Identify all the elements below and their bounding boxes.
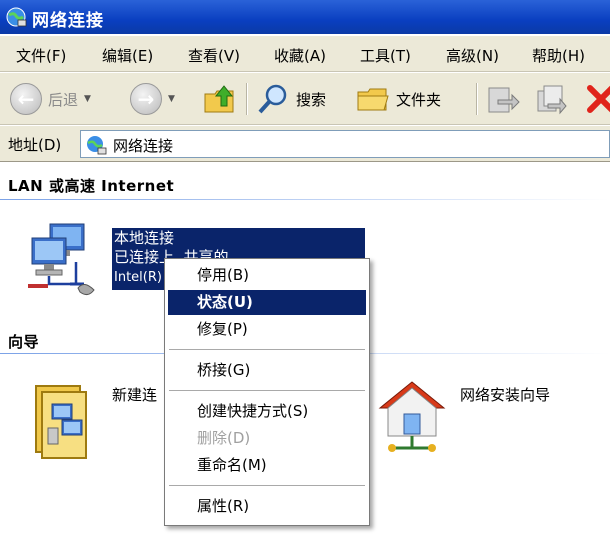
up-folder-button[interactable] <box>202 81 236 117</box>
network-setup-wizard-label[interactable]: 网络安装向导 <box>460 384 550 405</box>
back-button[interactable]: ← 后退 ▼ <box>10 81 91 117</box>
network-connections-icon <box>87 136 107 155</box>
address-label: 地址(D) <box>8 136 62 154</box>
lan-section-header: LAN 或高速 Internet <box>8 177 175 195</box>
network-globe-icon <box>6 7 27 27</box>
menu-advanced[interactable]: 高级(N) <box>446 45 499 66</box>
menu-edit[interactable]: 编辑(E) <box>102 45 153 66</box>
search-button[interactable]: 搜索 <box>256 81 326 117</box>
move-to-button[interactable] <box>486 81 520 117</box>
menu-item-create-shortcut[interactable]: 创建快捷方式(S) <box>168 399 366 424</box>
section-divider <box>0 199 610 200</box>
toolbar-separator <box>476 83 478 115</box>
back-label: 后退 <box>48 90 79 109</box>
local-connection-icon[interactable] <box>24 218 102 298</box>
menu-separator <box>169 349 365 351</box>
wizard-section-header: 向导 <box>8 333 40 351</box>
folders-button[interactable]: 文件夹 <box>356 81 441 117</box>
toolbar-separator <box>246 83 248 115</box>
network-setup-home-icon[interactable] <box>376 376 450 460</box>
search-icon <box>258 84 287 114</box>
menu-view[interactable]: 查看(V) <box>188 45 240 66</box>
menu-separator <box>169 390 365 392</box>
forward-arrow-icon: → <box>130 83 162 115</box>
toolbar: ← 后退 ▼ → ▼ 搜索 文件夹 <box>0 73 610 125</box>
back-dropdown-icon[interactable]: ▼ <box>84 94 91 104</box>
title-bar[interactable]: 网络连接 <box>0 0 610 34</box>
menu-help[interactable]: 帮助(H) <box>532 45 585 66</box>
move-to-icon <box>488 87 520 113</box>
address-value: 网络连接 <box>113 137 174 155</box>
menu-separator <box>169 485 365 487</box>
context-menu: 停用(B) 状态(U) 修复(P) 桥接(G) 创建快捷方式(S) 删除(D) … <box>164 258 370 526</box>
folders-icon <box>357 88 389 111</box>
menu-item-disable[interactable]: 停用(B) <box>168 263 366 288</box>
address-bar: 地址(D) 网络连接 <box>0 126 610 162</box>
up-folder-icon <box>204 85 234 113</box>
back-arrow-icon: ← <box>10 83 42 115</box>
forward-dropdown-icon[interactable]: ▼ <box>168 94 175 104</box>
menu-item-rename[interactable]: 重命名(M) <box>168 453 366 478</box>
connection-name: 本地连接 <box>114 229 175 247</box>
menu-item-status[interactable]: 状态(U) <box>168 290 366 315</box>
menu-tools[interactable]: 工具(T) <box>360 45 411 66</box>
search-label: 搜索 <box>296 90 327 109</box>
menu-file[interactable]: 文件(F) <box>16 45 66 66</box>
delete-button[interactable] <box>586 81 610 117</box>
delete-x-icon <box>587 85 610 113</box>
forward-button[interactable]: → ▼ <box>130 81 175 117</box>
address-field[interactable]: 网络连接 <box>80 130 610 158</box>
copy-to-button[interactable] <box>534 81 568 117</box>
menu-favorites[interactable]: 收藏(A) <box>274 45 326 66</box>
new-connection-wizard-label[interactable]: 新建连 <box>112 384 157 405</box>
window-title: 网络连接 <box>32 11 104 31</box>
copy-to-icon <box>537 85 567 115</box>
menu-item-repair[interactable]: 修复(P) <box>168 317 366 342</box>
folders-label: 文件夹 <box>396 90 442 109</box>
menu-item-bridge[interactable]: 桥接(G) <box>168 358 366 383</box>
menu-bar: 文件(F) 编辑(E) 查看(V) 收藏(A) 工具(T) 高级(N) 帮助(H… <box>0 36 610 72</box>
menu-item-delete[interactable]: 删除(D) <box>168 426 366 451</box>
connection-device: Intel(R) <box>114 270 162 285</box>
new-connection-wizard-icon[interactable] <box>30 378 104 460</box>
menu-item-properties[interactable]: 属性(R) <box>168 494 366 519</box>
